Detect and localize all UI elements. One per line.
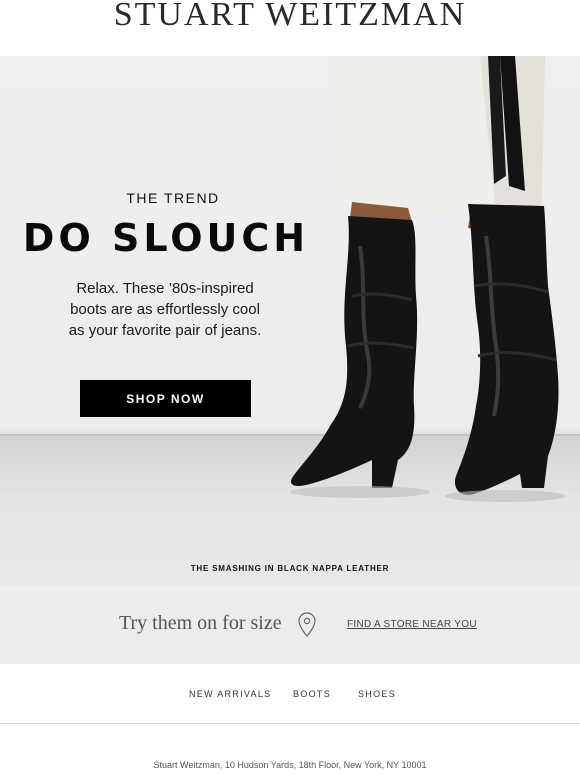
- footer-address: Stuart Weitzman, 10 Hudson Yards, 18th F…: [153, 760, 427, 770]
- right-boot: [454, 204, 559, 495]
- find-store-link[interactable]: FIND A STORE NEAR YOU: [347, 619, 477, 630]
- store-locator-prompt: Try them on for size: [119, 612, 282, 634]
- brand-logo[interactable]: STUART WEITZMAN: [0, 0, 580, 32]
- nav-link-boots[interactable]: BOOTS: [293, 689, 331, 699]
- nav-link-new-arrivals[interactable]: NEW ARRIVALS: [189, 689, 271, 699]
- hero-body-line: boots are as effortlessly cool: [70, 301, 260, 318]
- hero-body-line: as your favorite pair of jeans.: [68, 322, 262, 339]
- location-pin-icon: [298, 612, 316, 637]
- store-locator-band: Try them on for size FIND A STORE NEAR Y…: [0, 586, 580, 664]
- hero-body-line: Relax. These ’80s-inspired: [76, 280, 254, 297]
- shop-now-button[interactable]: SHOP NOW: [80, 380, 251, 417]
- hero-banner[interactable]: THE TREND DO SLOUCH Relax. These ’80s-in…: [0, 56, 580, 586]
- hero-body-copy: Relax. These ’80s-inspired boots are as …: [50, 278, 280, 341]
- product-caption: THE SMASHING IN BLACK NAPPA LEATHER: [190, 564, 390, 573]
- boot-shadow-left: [290, 486, 430, 498]
- nav-link-shoes[interactable]: SHOES: [358, 689, 396, 699]
- boot-shadow-right: [445, 490, 565, 502]
- hero-eyebrow: THE TREND: [126, 190, 220, 206]
- footer-nav: NEW ARRIVALS BOOTS SHOES: [0, 664, 580, 724]
- hero-headline: DO SLOUCH: [22, 216, 310, 260]
- email-header: STUART WEITZMAN: [0, 0, 580, 56]
